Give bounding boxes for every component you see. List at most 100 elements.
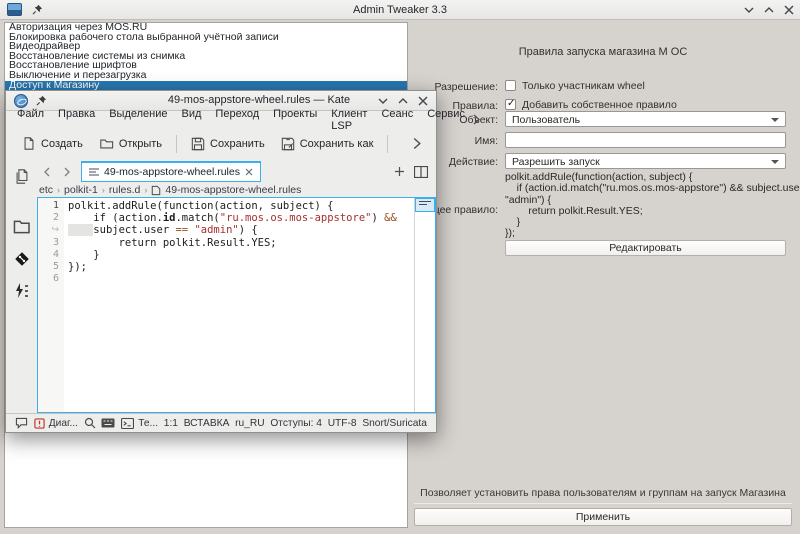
line-number: 4 xyxy=(38,249,64,261)
list-item[interactable]: Выключение и перезагрузка xyxy=(5,71,407,81)
open-file-button[interactable]: Открыть xyxy=(91,132,170,156)
kate-tabbar: 49-mos-appstore-wheel.rules xyxy=(37,160,436,183)
menu-overflow-icon[interactable] xyxy=(472,114,481,125)
minimap-scrollbar[interactable] xyxy=(414,198,435,412)
encoding[interactable]: UTF-8 xyxy=(328,418,357,429)
action-select[interactable]: Разрешить запуск xyxy=(505,153,786,169)
main-titlebar: Admin Tweaker 3.3 xyxy=(0,0,800,20)
breadcrumb-segment[interactable]: 49-mos-appstore-wheel.rules xyxy=(165,184,301,196)
new-file-button[interactable]: Создать xyxy=(14,132,91,156)
code-line[interactable]: return polkit.Result.YES; xyxy=(68,237,414,249)
maximize-icon[interactable] xyxy=(764,5,774,15)
kate-maximize-icon[interactable] xyxy=(398,96,408,106)
breadcrumb-segment[interactable]: polkit-1 xyxy=(64,184,98,196)
filesystem-icon[interactable] xyxy=(13,219,30,234)
panel-title: Правила запуска магазина М ОС xyxy=(410,46,796,58)
kate-toolbar: Создать Открыть Сохранить Сохранить как xyxy=(6,128,436,159)
syntax-mode[interactable]: Snort/Suricata xyxy=(362,418,427,429)
diagnostics-button[interactable]: Диаг... xyxy=(34,418,78,429)
documents-icon[interactable] xyxy=(14,168,30,185)
list-item[interactable]: Видеодрайвер xyxy=(5,42,407,52)
wheel-only-checkbox[interactable] xyxy=(505,80,516,91)
kate-menubar: ФайлПравкаВыделениеВидПереходПроектыКлие… xyxy=(6,111,436,128)
panel-description: Позволяет установить права пользователям… xyxy=(410,487,796,499)
line-number: 2 xyxy=(38,212,64,224)
indent-setting[interactable]: Отступы: 4 xyxy=(270,418,322,429)
breadcrumb-segment[interactable]: etc xyxy=(39,184,53,196)
list-item[interactable]: Восстановление шрифтов xyxy=(5,61,407,71)
breadcrumb-segment[interactable]: rules.d xyxy=(109,184,141,196)
terminal-button[interactable]: Те... xyxy=(121,418,158,429)
custom-rule-checkbox[interactable] xyxy=(505,99,516,110)
main-window-title: Admin Tweaker 3.3 xyxy=(0,4,800,16)
current-rule-text: polkit.addRule(function(action, subject)… xyxy=(505,172,800,240)
list-item[interactable]: Восстановление системы из снимка xyxy=(5,52,407,62)
tab-close-icon[interactable] xyxy=(245,168,253,176)
cursor-position: 1:1 xyxy=(164,418,178,429)
wrap-marker: ↪ xyxy=(38,224,64,236)
tab-label: 49-mos-appstore-wheel.rules xyxy=(104,166,240,178)
breadcrumb-separator-icon: › xyxy=(102,185,105,195)
new-tab-icon[interactable] xyxy=(395,167,404,176)
permission-label: Разрешение: xyxy=(434,81,498,93)
toolbar-overflow-icon[interactable] xyxy=(412,137,422,150)
name-input[interactable] xyxy=(505,132,786,148)
name-label: Имя: xyxy=(475,135,498,147)
tab-menu-icon[interactable] xyxy=(89,168,99,176)
list-item[interactable]: Доступ к Магазину xyxy=(5,81,407,91)
edit-button[interactable]: Редактировать xyxy=(505,240,786,256)
kate-pin-icon[interactable] xyxy=(36,95,47,106)
forward-icon[interactable] xyxy=(57,167,77,177)
list-item[interactable]: Авторизация через MOS.RU xyxy=(5,23,407,33)
breadcrumb-separator-icon: › xyxy=(57,185,60,195)
file-icon xyxy=(151,185,161,196)
open-folder-icon xyxy=(99,137,114,151)
kate-minimize-icon[interactable] xyxy=(378,96,388,106)
minimize-icon[interactable] xyxy=(744,5,754,15)
line-number: 6 xyxy=(38,273,64,285)
list-item[interactable]: Блокировка рабочего стола выбранной учёт… xyxy=(5,33,407,43)
save-as-icon xyxy=(281,137,295,151)
kate-app-icon xyxy=(14,94,28,108)
minimap-viewport[interactable] xyxy=(415,198,435,212)
breadcrumb[interactable]: etc›polkit-1›rules.d›49-mos-appstore-whe… xyxy=(39,183,434,197)
input-mode[interactable]: ВСТАВКА xyxy=(184,418,230,429)
code-editor[interactable]: 12↪3456 polkit.addRule(function(action, … xyxy=(37,197,436,413)
dictionary[interactable]: ru_RU xyxy=(235,418,264,429)
kate-statusbar: Диаг... Те... 1:1 ВСТАВКА ru_RU Отступы:… xyxy=(6,413,436,432)
save-icon xyxy=(191,137,205,151)
code-line[interactable] xyxy=(68,273,414,285)
git-icon[interactable] xyxy=(13,250,31,268)
symbols-icon[interactable] xyxy=(14,282,30,300)
code-line[interactable]: polkit.addRule(function(action, subject)… xyxy=(68,200,414,212)
back-icon[interactable] xyxy=(37,167,57,177)
kate-close-icon[interactable] xyxy=(418,96,428,106)
code-line[interactable]: if (action.id.match("ru.mos.os.mos-appst… xyxy=(68,212,414,224)
panel-separator xyxy=(414,503,792,504)
action-label: Действие: xyxy=(449,156,498,168)
gutter: 12↪3456 xyxy=(38,198,64,412)
code-line[interactable]: }); xyxy=(68,261,414,273)
object-select[interactable]: Пользователь xyxy=(505,111,786,127)
code-line[interactable]: subject.user == "admin") { xyxy=(68,224,414,236)
breadcrumb-separator-icon: › xyxy=(144,185,147,195)
line-number: 3 xyxy=(38,237,64,249)
save-button[interactable]: Сохранить xyxy=(183,132,273,156)
custom-rule-label: Добавить собственное правило xyxy=(522,99,677,111)
apply-button[interactable]: Применить xyxy=(414,508,792,526)
line-number: 5 xyxy=(38,261,64,273)
close-icon[interactable] xyxy=(784,5,794,15)
code-lines[interactable]: polkit.addRule(function(action, subject)… xyxy=(64,198,414,412)
wheel-only-label: Только участникам wheel xyxy=(522,80,645,92)
kate-window-title: 49-mos-appstore-wheel.rules — Kate xyxy=(126,94,392,106)
keyboard-button[interactable] xyxy=(101,418,115,428)
new-document-icon xyxy=(22,136,36,151)
search-button[interactable] xyxy=(84,417,96,429)
save-as-button[interactable]: Сохранить как xyxy=(273,132,382,156)
output-panel-button[interactable] xyxy=(15,417,28,429)
tab-rules-file[interactable]: 49-mos-appstore-wheel.rules xyxy=(81,161,261,182)
split-view-icon[interactable] xyxy=(414,166,428,178)
kate-sidebar xyxy=(6,160,37,413)
code-line[interactable]: } xyxy=(68,249,414,261)
kate-window: 49-mos-appstore-wheel.rules — Kate ФайлП… xyxy=(5,90,437,433)
